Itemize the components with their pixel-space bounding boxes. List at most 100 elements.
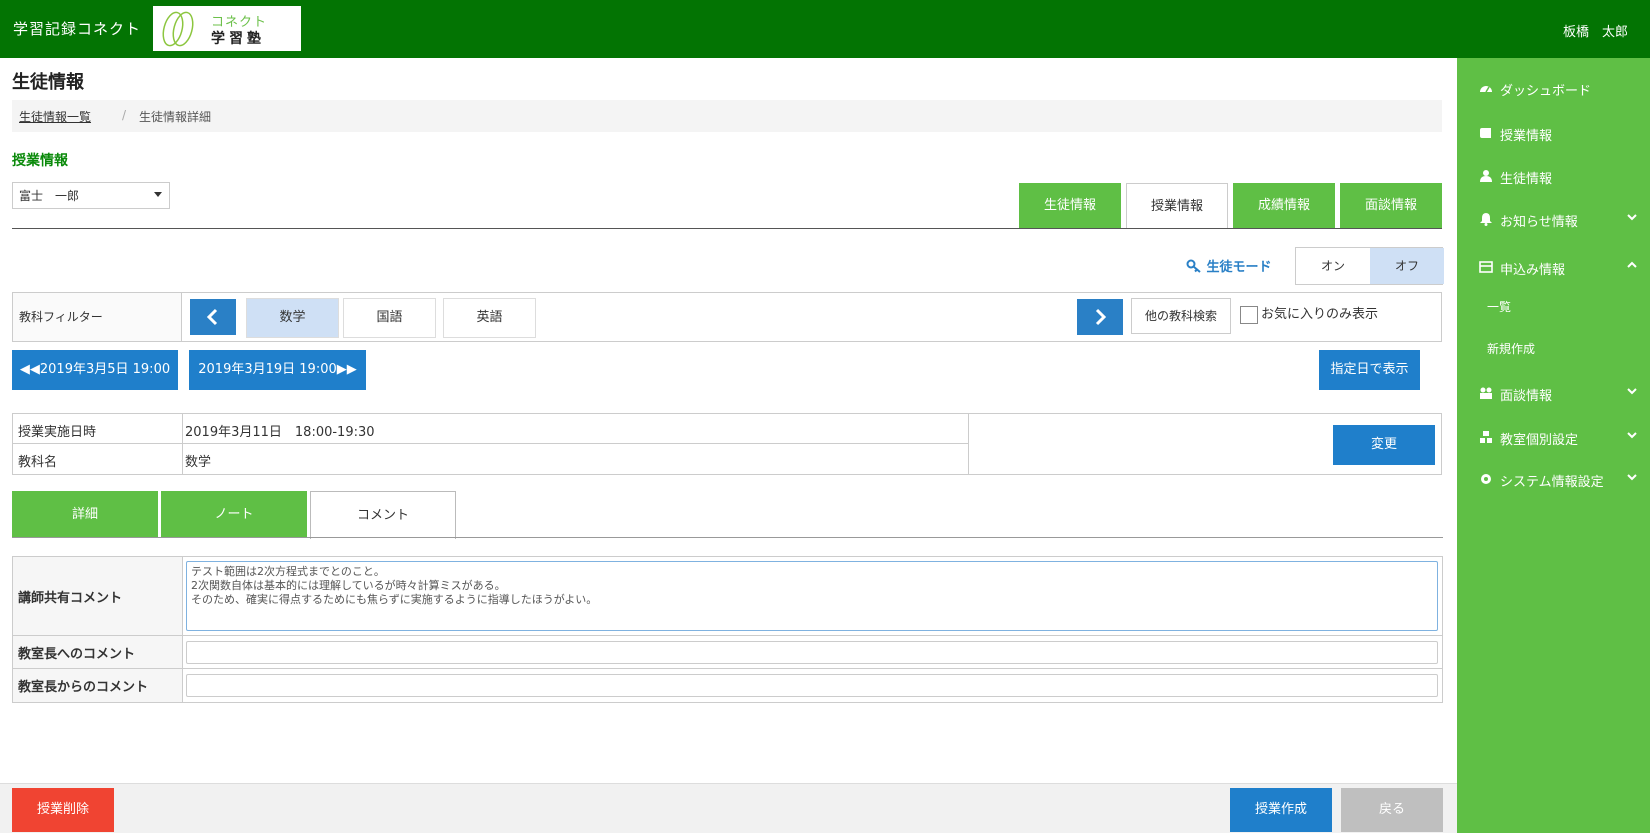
sidebar-item-label: ダッシュボード — [1500, 84, 1592, 99]
table-row: 教室長へのコメント — [13, 636, 1442, 669]
tab-student-info[interactable]: 生徒情報 — [1019, 183, 1121, 228]
sidebar-item-label: 生徒情報 — [1500, 172, 1553, 187]
sidebar-sub-list[interactable]: 一覧 — [1487, 298, 1511, 315]
mode-on-button[interactable]: オン — [1296, 248, 1370, 284]
table-row: 授業実施日時 2019年3月11日 18:00-19:30 — [13, 414, 969, 444]
logo-mark-icon — [162, 11, 194, 47]
comment-table: 講師共有コメント テスト範囲は2次方程式までとのこと。 2次関数自体は基本的には… — [12, 556, 1443, 703]
sidebar-item-label: お知らせ情報 — [1500, 215, 1578, 230]
sidebar-item-label: 授業情報 — [1500, 129, 1553, 144]
tab-lesson-info[interactable]: 授業情報 — [1126, 183, 1228, 229]
create-lesson-button[interactable]: 授業作成 — [1230, 788, 1332, 832]
other-subject-search-button[interactable]: 他の教科検索 — [1131, 298, 1231, 334]
teacher-shared-comment-textarea[interactable]: テスト範囲は2次方程式までとのこと。 2次関数自体は基本的には理解しているが時々… — [186, 561, 1438, 631]
app-title[interactable]: 学習記録コネクト — [13, 18, 141, 39]
key-icon — [1186, 259, 1201, 273]
sidebar-item-dashboard[interactable]: ダッシュボード — [1457, 73, 1650, 103]
lesson-info-table: 授業実施日時 2019年3月11日 18:00-19:30 教科名 数学 変更 — [12, 413, 1442, 475]
comment-to-head-input[interactable] — [186, 641, 1438, 664]
student-select[interactable]: 富士 一郎 — [12, 182, 170, 209]
sidebar-item-lessons[interactable]: 授業情報 — [1457, 118, 1650, 148]
sidebar-item-system-settings[interactable]: システム情報設定 — [1457, 464, 1650, 494]
comment-line: 2次関数自体は基本的には理解しているが時々計算ミスがある。 — [191, 579, 506, 592]
table-row: 教室長からのコメント — [13, 669, 1442, 702]
subject-next-button[interactable] — [1077, 299, 1123, 335]
sidebar-item-applications[interactable]: 申込み情報 — [1457, 252, 1650, 282]
tab-details[interactable]: 詳細 — [12, 491, 158, 538]
lesson-datetime-value: 2019年3月11日 18:00-19:30 — [185, 425, 375, 440]
table-row: 教科名 数学 — [13, 444, 969, 474]
chevron-down-icon — [1627, 214, 1637, 221]
cubes-icon — [1480, 431, 1492, 443]
mode-off-button[interactable]: オフ — [1370, 248, 1444, 284]
subject-name-value: 数学 — [185, 455, 212, 470]
chevron-left-icon — [206, 308, 218, 326]
comment-line: そのため、確実に得点するためにも焦らずに実施するように指導したほうがよい。 — [191, 593, 598, 606]
subject-filter-label: 教科フィルター — [13, 293, 182, 341]
sidebar: ダッシュボード 授業情報 生徒情報 お知らせ情報 申込み情報 一覧 新規作成 面… — [1457, 58, 1650, 833]
tab-grades-info[interactable]: 成績情報 — [1233, 183, 1335, 228]
prev-lesson-button[interactable]: ◀◀2019年3月5日 19:00 — [12, 350, 178, 390]
bell-icon — [1480, 213, 1492, 226]
student-select-value: 富士 一郎 — [19, 189, 80, 203]
tab-notes[interactable]: ノート — [161, 491, 307, 538]
tab-interview-info[interactable]: 面談情報 — [1340, 183, 1442, 228]
next-lesson-button[interactable]: 2019年3月19日 19:00▶▶ — [189, 350, 366, 390]
sidebar-item-classroom-settings[interactable]: 教室個別設定 — [1457, 422, 1650, 452]
section-title: 授業情報 — [12, 153, 68, 169]
chevron-down-icon — [1627, 388, 1637, 395]
sidebar-sub-new[interactable]: 新規作成 — [1487, 340, 1535, 357]
delete-lesson-button[interactable]: 授業削除 — [12, 788, 114, 832]
sidebar-item-label: 申込み情報 — [1500, 263, 1566, 278]
comment-from-head-input[interactable] — [186, 674, 1438, 697]
back-button[interactable]: 戻る — [1341, 788, 1443, 832]
subject-math-button[interactable]: 数学 — [246, 298, 339, 338]
chevron-right-icon — [1095, 308, 1107, 326]
sidebar-item-interviews[interactable]: 面談情報 — [1457, 378, 1650, 408]
favorites-checkbox[interactable] — [1240, 305, 1258, 324]
logo: コネクト 学習塾 — [153, 6, 301, 51]
student-mode-text: 生徒モード — [1206, 260, 1272, 275]
sidebar-item-label: システム情報設定 — [1500, 475, 1604, 490]
subject-english-button[interactable]: 英語 — [443, 298, 536, 338]
dropdown-arrow-icon — [154, 192, 162, 197]
favorites-only-toggle[interactable]: お気に入りのみ表示 — [1240, 303, 1378, 324]
student-mode-toggle: オン オフ — [1295, 247, 1444, 285]
comment-line: テスト範囲は2次方程式までとのこと。 — [191, 565, 385, 578]
user-icon — [1480, 170, 1492, 182]
change-button[interactable]: 変更 — [1333, 425, 1435, 465]
book-icon — [1480, 128, 1491, 138]
user-name[interactable]: 板橋 太郎 — [1563, 21, 1628, 40]
breadcrumb-separator: / — [122, 108, 127, 122]
people-icon — [1480, 387, 1492, 399]
favorites-label: お気に入りのみ表示 — [1261, 307, 1379, 322]
table-row: 講師共有コメント テスト範囲は2次方程式までとのこと。 2次関数自体は基本的には… — [13, 557, 1442, 636]
page-title: 生徒情報 — [12, 72, 84, 93]
show-by-date-button[interactable]: 指定日で表示 — [1319, 350, 1420, 390]
sidebar-item-students[interactable]: 生徒情報 — [1457, 161, 1650, 191]
sidebar-item-notices[interactable]: お知らせ情報 — [1457, 204, 1650, 234]
info-divider — [968, 414, 969, 474]
tabs-divider — [12, 228, 1442, 229]
comment-from-head-label: 教室長からのコメント — [13, 669, 183, 702]
teacher-shared-comment-label: 講師共有コメント — [13, 557, 183, 635]
logo-bottom-text: 学習塾 — [211, 31, 265, 47]
chevron-down-icon — [1627, 474, 1637, 481]
subject-filter-row: 教科フィルター 数学 国語 英語 他の教科検索 お気に入りのみ表示 — [12, 292, 1442, 342]
breadcrumb-current: 生徒情報詳細 — [139, 110, 212, 124]
footer-bar: 授業削除 授業作成 戻る — [0, 783, 1457, 833]
tab-comments[interactable]: コメント — [310, 491, 456, 539]
chevron-up-icon — [1627, 261, 1637, 268]
lesson-datetime-label: 授業実施日時 — [13, 414, 183, 443]
breadcrumb-link-student-list[interactable]: 生徒情報一覧 — [19, 108, 91, 125]
dashboard-icon — [1480, 86, 1492, 93]
sidebar-item-label: 面談情報 — [1500, 389, 1553, 404]
subject-prev-button[interactable] — [190, 299, 236, 335]
card-icon — [1479, 261, 1493, 273]
breadcrumb: 生徒情報一覧 / 生徒情報詳細 — [12, 100, 1442, 132]
comment-to-head-label: 教室長へのコメント — [13, 636, 183, 668]
gear-icon — [1481, 474, 1491, 484]
student-mode-label: 生徒モード — [1186, 256, 1272, 275]
subject-japanese-button[interactable]: 国語 — [343, 298, 436, 338]
chevron-down-icon — [1627, 432, 1637, 439]
